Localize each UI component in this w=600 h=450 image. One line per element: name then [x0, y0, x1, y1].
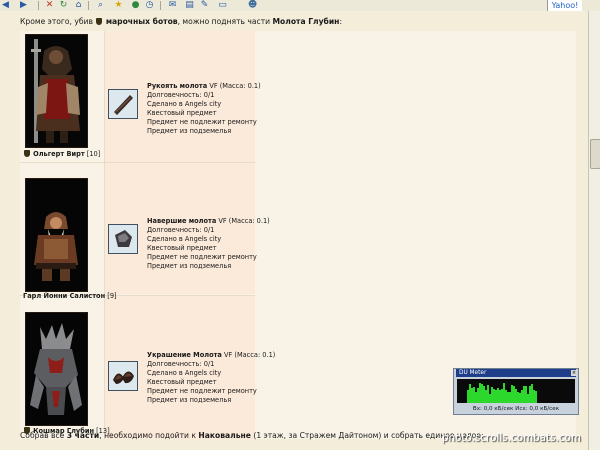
traffic-bar: [525, 386, 527, 403]
favorites-icon[interactable]: ★: [114, 0, 123, 10]
npc-caption: Ольгерт Вирт [10]: [23, 150, 100, 158]
item-name[interactable]: Украшение Молота: [147, 351, 222, 359]
vertical-scrollbar[interactable]: [588, 11, 600, 450]
traffic-bar: [487, 385, 489, 403]
edit-icon[interactable]: ✎: [200, 0, 209, 10]
npc-caption: Гарл Йонни Салистон [9]: [23, 292, 117, 300]
close-icon[interactable]: ×: [571, 370, 577, 376]
messenger-icon[interactable]: ☻: [248, 0, 257, 10]
traffic-bar: [511, 385, 513, 403]
mail-icon[interactable]: ✉: [168, 0, 177, 10]
du-meter-window[interactable]: DU Meter × Вх: 0,0 кБ/сек Исх: 0,0 кБ/се…: [453, 368, 579, 415]
traffic-bar: [535, 391, 537, 403]
print-icon[interactable]: ▤: [185, 0, 194, 10]
traffic-bar: [529, 386, 531, 403]
search-icon[interactable]: ⌕: [96, 0, 105, 10]
stop-icon[interactable]: ✕: [45, 0, 54, 10]
intro-text: Кроме этого, убив марочных ботов, можно …: [20, 17, 342, 26]
scrollbar-thumb[interactable]: [590, 139, 600, 169]
traffic-graph: [457, 379, 575, 403]
npc-portrait-nightmare: [25, 312, 88, 426]
parts-label: 3 части: [66, 431, 100, 440]
traffic-bar: [491, 387, 493, 403]
item-info: Навершие молота VF (Масса: 0.1) Долговеч…: [147, 217, 270, 270]
npc-name[interactable]: Ольгерт Вирт: [33, 150, 85, 158]
refresh-icon[interactable]: ↻: [59, 0, 68, 10]
anvil-label: Наковальне: [198, 431, 251, 440]
traffic-bar: [499, 390, 501, 403]
traffic-bar: [467, 390, 469, 403]
home-icon[interactable]: ⌂: [74, 0, 83, 10]
traffic-bar: [513, 386, 515, 403]
traffic-bar: [469, 384, 471, 403]
forward-icon[interactable]: ▶: [19, 0, 28, 10]
traffic-bar: [475, 392, 477, 403]
back-icon[interactable]: ◀: [1, 0, 10, 10]
item-name[interactable]: Навершие молота: [147, 217, 216, 225]
yahoo-logo[interactable]: Yahoo!: [547, 0, 582, 11]
traffic-bar: [503, 383, 505, 403]
traffic-bar: [495, 390, 497, 403]
traffic-bar: [483, 386, 485, 403]
npc-portrait-olgert: [25, 34, 88, 148]
traffic-bar: [477, 388, 479, 403]
shield-icon: [96, 18, 103, 25]
traffic-bar: [521, 390, 523, 403]
shield-icon: [24, 150, 30, 157]
traffic-bar: [493, 389, 495, 403]
traffic-bar: [481, 384, 483, 403]
traffic-bar: [473, 387, 475, 403]
traffic-bar: [519, 393, 521, 403]
traffic-bar: [507, 392, 509, 403]
traffic-bar: [527, 394, 529, 403]
bots-label: марочных ботов: [105, 17, 178, 26]
item-info: Рукоять молота VF (Масса: 0.1) Долговечн…: [147, 82, 261, 135]
item-icon-hammer-handle[interactable]: [108, 89, 138, 119]
du-meter-title[interactable]: DU Meter: [456, 369, 576, 377]
traffic-bar: [501, 389, 503, 403]
traffic-bar: [485, 390, 487, 403]
traffic-bar: [505, 390, 507, 403]
npc-name[interactable]: Гарл Йонни Салистон: [23, 292, 105, 300]
discuss-icon[interactable]: ▭: [218, 0, 227, 10]
item-info: Украшение Молота VF (Масса: 0.1) Долгове…: [147, 351, 276, 404]
media-icon[interactable]: ●: [131, 0, 140, 10]
traffic-stats: Вх: 0,0 кБ/сек Исх: 0,0 кБ/сек: [472, 406, 560, 412]
watermark: photo.scrolls.combats.com: [442, 433, 582, 444]
traffic-bar: [515, 389, 517, 403]
item-name[interactable]: Рукоять молота: [147, 82, 207, 90]
npc-portrait-garl: [25, 178, 88, 292]
npc-level: [9]: [107, 292, 117, 300]
hammer-label: Молота Глубин: [272, 17, 340, 26]
traffic-bar: [533, 390, 535, 403]
npc-level: [10]: [86, 150, 101, 158]
item-icon-hammer-decoration[interactable]: [108, 361, 138, 391]
item-icon-hammer-head[interactable]: [108, 224, 138, 254]
traffic-bar: [489, 394, 491, 403]
history-icon[interactable]: ◷: [145, 0, 154, 10]
traffic-bar: [471, 388, 473, 403]
traffic-bar: [509, 392, 511, 403]
traffic-bar: [497, 388, 499, 403]
traffic-bar: [517, 392, 519, 403]
traffic-bar: [531, 384, 533, 403]
traffic-bar: [479, 383, 481, 403]
traffic-bar: [523, 386, 525, 403]
footer-text: Собрав все 3 части, необходимо подойти к…: [20, 431, 484, 440]
